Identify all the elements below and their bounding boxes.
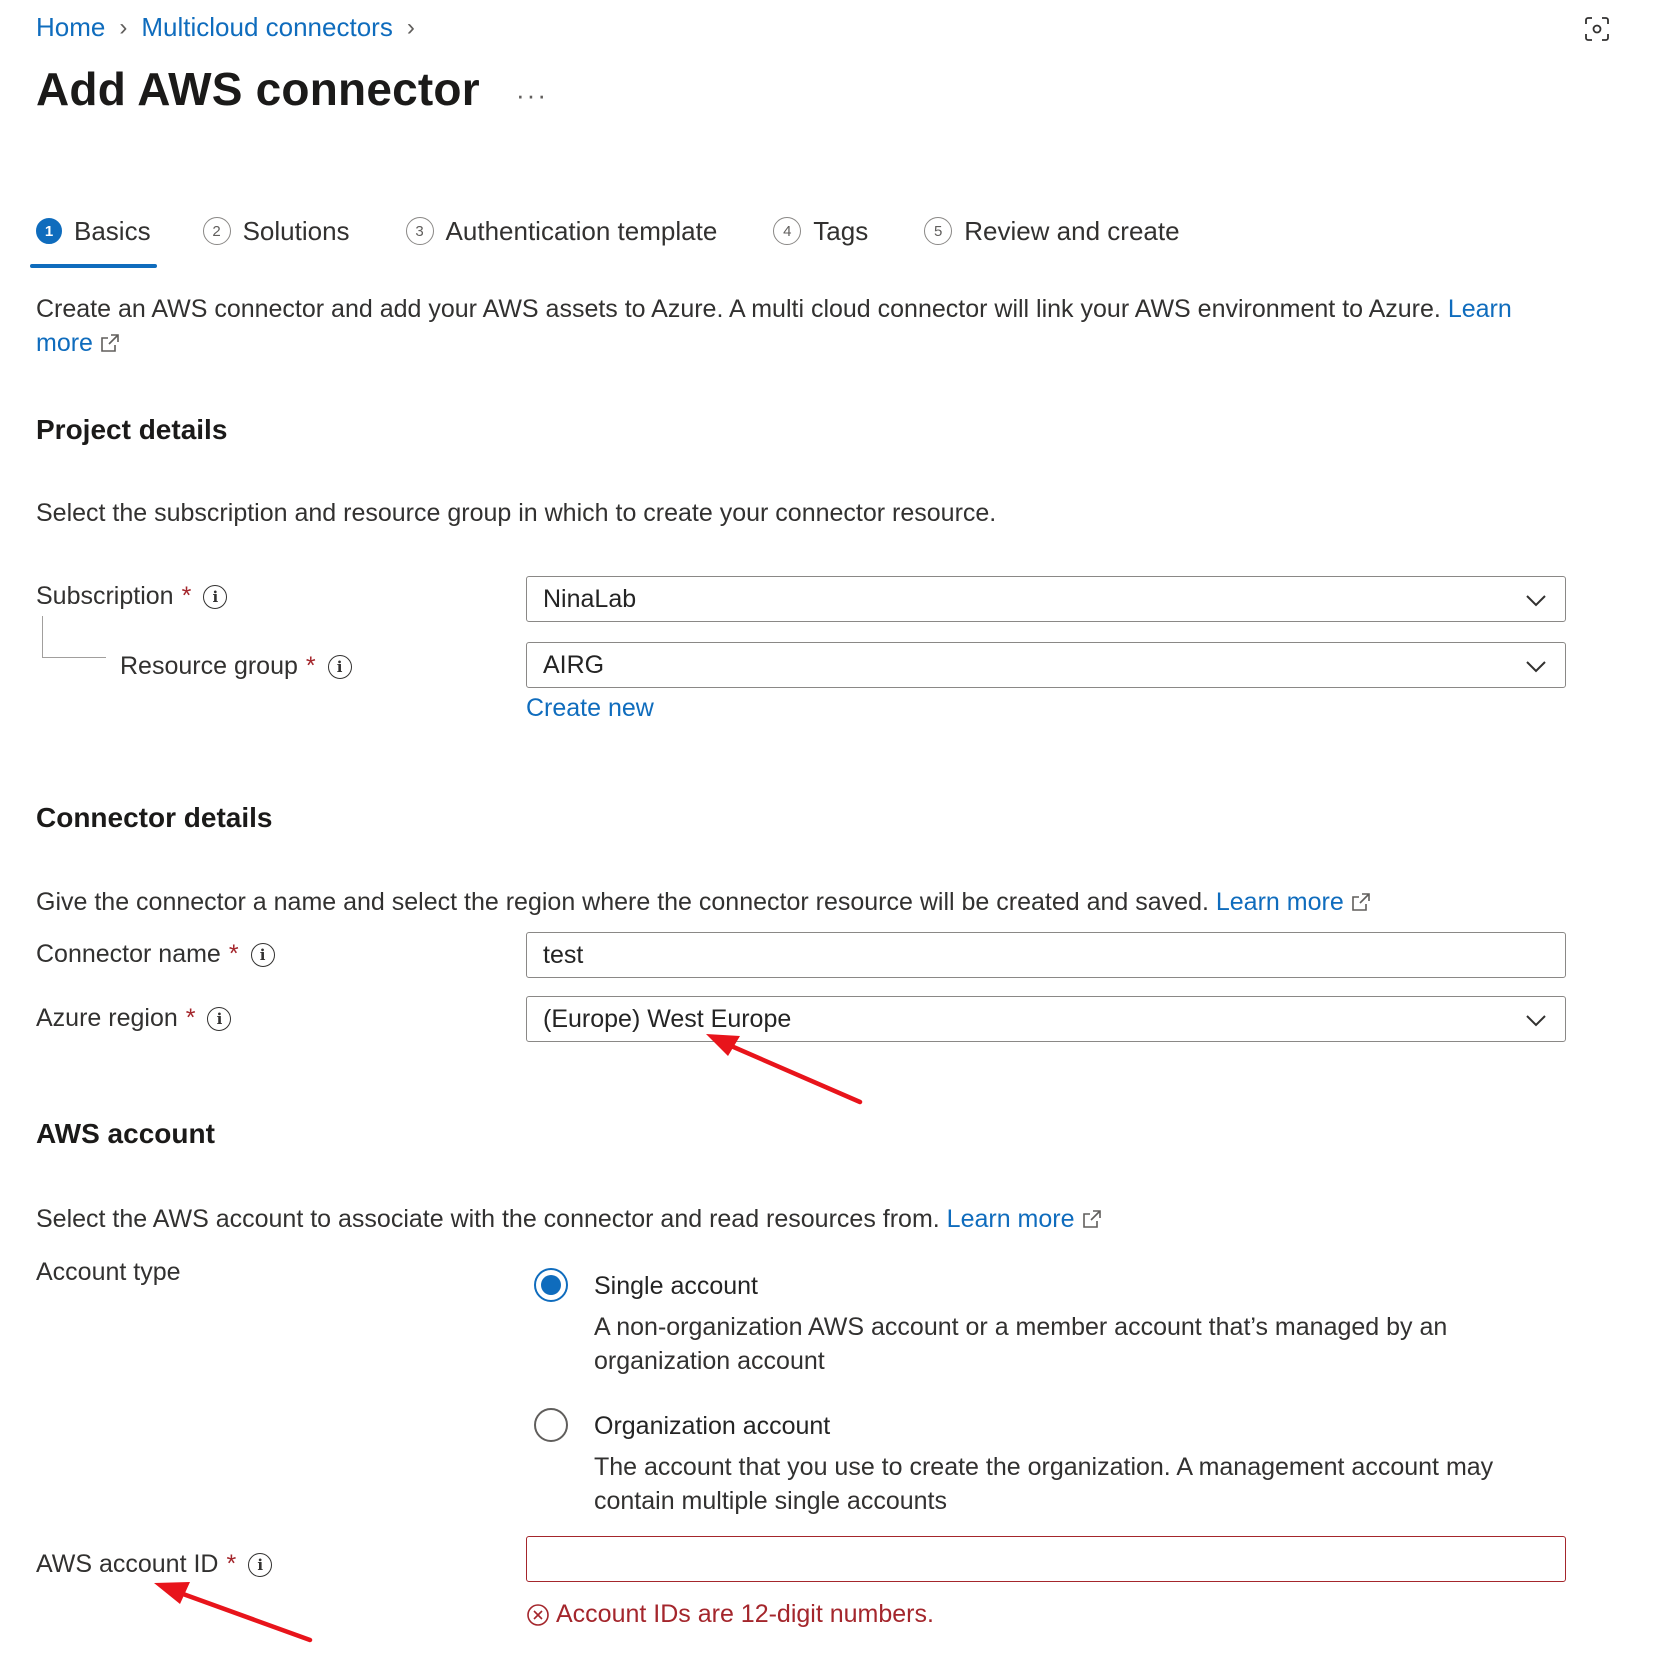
hierarchy-connector-line [42,616,106,658]
breadcrumb-home-link[interactable]: Home [36,12,105,43]
info-icon[interactable]: i [327,654,352,679]
tab-label: Basics [74,215,151,246]
more-options-button[interactable]: ··· [516,80,548,111]
resource-group-label: Resource group * i [120,652,352,681]
single-account-desc: A non-organization AWS account or a memb… [594,1313,1448,1375]
chevron-right-icon: › [119,13,128,41]
info-icon[interactable]: i [203,584,228,609]
breadcrumb: Home › Multicloud connectors › [36,12,429,43]
breadcrumb-multicloud-link[interactable]: Multicloud connectors [141,12,392,43]
chevron-down-icon [1526,1015,1546,1027]
tab-solutions[interactable]: 2 Solutions [202,206,350,256]
chevron-down-icon [1526,661,1546,673]
step-number: 1 [36,218,62,244]
aws-account-heading: AWS account [36,1118,215,1149]
connector-details-desc: Give the connector a name and select the… [36,885,1372,919]
account-type-label: Account type [36,1258,181,1286]
connector-learn-more-link[interactable]: Learn more [1216,888,1372,916]
single-account-radio[interactable] [534,1268,568,1302]
step-number: 2 [202,217,231,245]
project-details-desc: Select the subscription and resource gro… [36,499,997,527]
info-icon[interactable]: i [250,942,275,967]
organization-account-label[interactable]: Organization account [594,1412,830,1441]
single-account-label[interactable]: Single account [594,1272,758,1301]
error-circle-icon [527,1603,549,1626]
azure-region-dropdown[interactable]: (Europe) West Europe [526,996,1566,1042]
focus-mode-icon[interactable] [1584,16,1610,42]
aws-account-desc: Select the AWS account to associate with… [36,1202,1103,1236]
tab-label: Authentication template [445,215,718,246]
aws-learn-more-link[interactable]: Learn more [947,1205,1103,1233]
account-id-error-message: Account IDs are 12-digit numbers. [526,1600,934,1629]
aws-account-id-label: AWS account ID * i [36,1550,273,1579]
tab-label: Tags [813,215,869,246]
external-link-icon [1082,1210,1101,1228]
subscription-label: Subscription * i [36,582,228,611]
step-number: 5 [924,217,953,245]
tab-label: Review and create [964,215,1180,246]
tab-basics[interactable]: 1 Basics [30,206,157,268]
project-details-heading: Project details [36,414,228,445]
chevron-right-icon: › [406,13,415,41]
annotation-arrow [706,1034,863,1105]
tab-review-and-create[interactable]: 5 Review and create [924,206,1180,256]
organization-account-desc: The account that you use to create the o… [594,1453,1494,1515]
tab-label: Solutions [242,215,350,246]
annotation-arrow [154,1582,313,1643]
resource-group-dropdown[interactable]: AIRG [526,642,1566,688]
intro-text: Create an AWS connector and add your AWS… [36,295,1512,357]
aws-account-id-input[interactable] [526,1536,1566,1582]
subscription-dropdown[interactable]: NinaLab [526,576,1566,622]
connector-name-label: Connector name * i [36,940,275,969]
info-icon[interactable]: i [207,1006,232,1031]
wizard-tabs: 1 Basics 2 Solutions 3 Authentication te… [30,206,1236,268]
step-number: 3 [405,217,434,245]
organization-account-radio[interactable] [534,1408,568,1442]
page-title: Add AWS connector [36,63,480,115]
tab-authentication-template[interactable]: 3 Authentication template [405,206,718,256]
azure-region-label: Azure region * i [36,1004,232,1033]
external-link-icon [1351,893,1370,911]
external-link-icon [101,334,119,352]
connector-name-input[interactable]: test [526,932,1566,978]
info-icon[interactable]: i [248,1552,273,1577]
create-new-link[interactable]: Create new [526,694,654,723]
connector-details-heading: Connector details [36,802,273,833]
chevron-down-icon [1526,595,1546,607]
step-number: 4 [773,217,802,245]
tab-tags[interactable]: 4 Tags [773,206,868,256]
